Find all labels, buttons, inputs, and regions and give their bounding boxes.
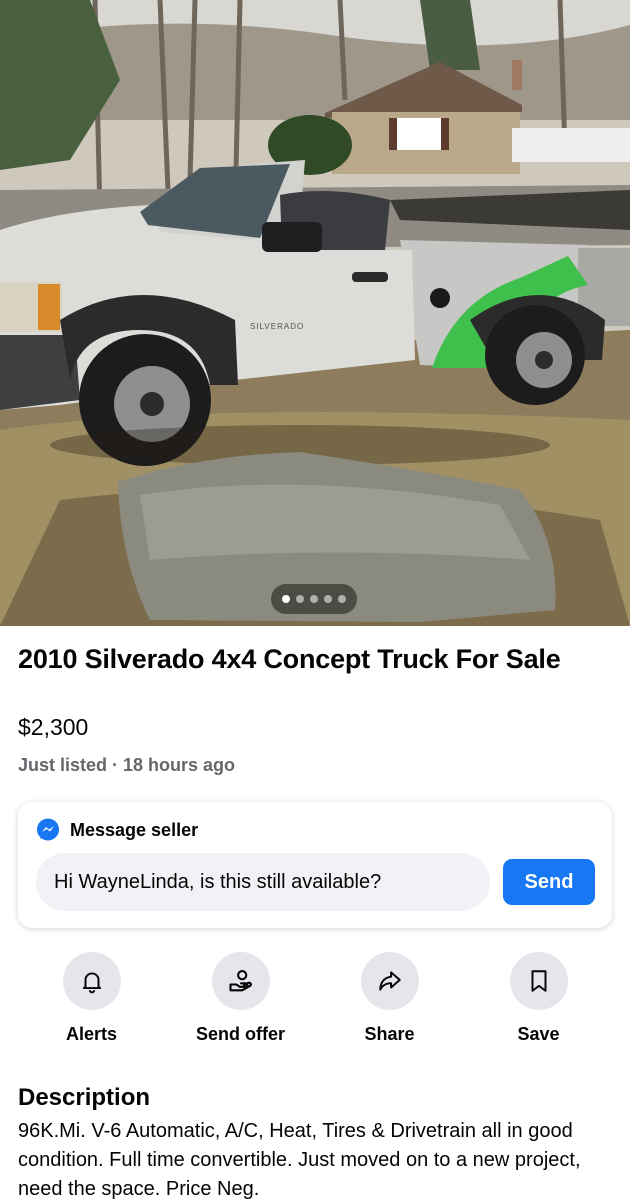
- listing-price: $2,300: [18, 714, 89, 740]
- send-offer-button[interactable]: Send offer: [166, 952, 315, 1046]
- message-input[interactable]: [36, 853, 490, 911]
- message-seller-label: Message seller: [70, 819, 199, 840]
- send-offer-icon-circle[interactable]: [211, 952, 270, 1010]
- listing-title: 2010 Silverado 4x4 Concept Truck For Sal…: [18, 644, 561, 674]
- description-heading: Description: [18, 1084, 151, 1111]
- send-offer-label: Send offer: [195, 1024, 285, 1044]
- share-icon-circle[interactable]: [360, 952, 419, 1010]
- carousel-dot[interactable]: [324, 595, 332, 603]
- offer-hand-icon: [228, 970, 252, 992]
- messenger-icon: [36, 818, 60, 842]
- description-body: 96K.Mi. V-6 Automatic, A/C, Heat, Tires …: [18, 1120, 581, 1199]
- send-button[interactable]: Send: [503, 859, 595, 905]
- truck-badge-text: SILVERADO: [250, 322, 305, 331]
- carousel-dot[interactable]: [338, 595, 346, 603]
- share-label: Share: [364, 1024, 415, 1044]
- carousel-dot[interactable]: [310, 595, 318, 603]
- save-icon-circle[interactable]: [509, 952, 568, 1010]
- carousel-dot-active[interactable]: [282, 595, 290, 603]
- bookmark-icon: [531, 970, 546, 992]
- message-seller-header: Message seller: [36, 818, 198, 842]
- share-button[interactable]: Share: [315, 952, 464, 1046]
- carousel-indicator[interactable]: [271, 584, 357, 614]
- save-label: Save: [517, 1024, 560, 1044]
- alerts-button[interactable]: Alerts: [17, 952, 166, 1046]
- save-button[interactable]: Save: [464, 952, 613, 1046]
- listing-photo[interactable]: SILVERADO: [0, 0, 630, 626]
- share-arrow-icon: [378, 971, 401, 991]
- carousel-dot[interactable]: [296, 595, 304, 603]
- action-row: Alerts Send offer Share Save: [17, 952, 613, 1046]
- alerts-icon-circle[interactable]: [62, 952, 121, 1010]
- listing-time: Just listed · 18 hours ago: [18, 755, 236, 775]
- bell-icon: [82, 972, 101, 994]
- truck-photo-illustration: [0, 0, 630, 626]
- message-seller-card: Message seller Send: [18, 802, 612, 928]
- alerts-label: Alerts: [65, 1024, 118, 1044]
